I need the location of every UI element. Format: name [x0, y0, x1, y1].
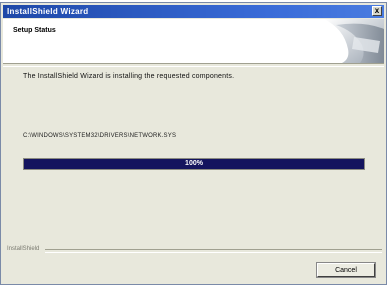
close-icon: x: [374, 6, 380, 15]
progress-bar: 100%: [23, 158, 365, 170]
window-title: InstallShield Wizard: [7, 7, 89, 16]
wizard-window: InstallShield Wizard x Setup Status The: [0, 2, 387, 285]
header-title: Setup Status: [13, 27, 56, 34]
progress-file-label: C:\WINDOWS\SYSTEM32\DRIVERS\NETWORK.SYS: [23, 133, 177, 139]
wizard-banner-icon: [324, 19, 384, 63]
cancel-button[interactable]: Cancel: [316, 262, 376, 278]
header-panel: Setup Status: [3, 19, 384, 63]
progress-percent: 100%: [185, 160, 203, 167]
status-message: The InstallShield Wizard is installing t…: [23, 73, 235, 80]
header-divider: [3, 63, 384, 67]
title-bar[interactable]: InstallShield Wizard x: [3, 5, 384, 18]
close-button[interactable]: x: [372, 6, 382, 16]
footer-divider: [45, 249, 382, 253]
footer-brand: InstallShield: [7, 246, 40, 252]
